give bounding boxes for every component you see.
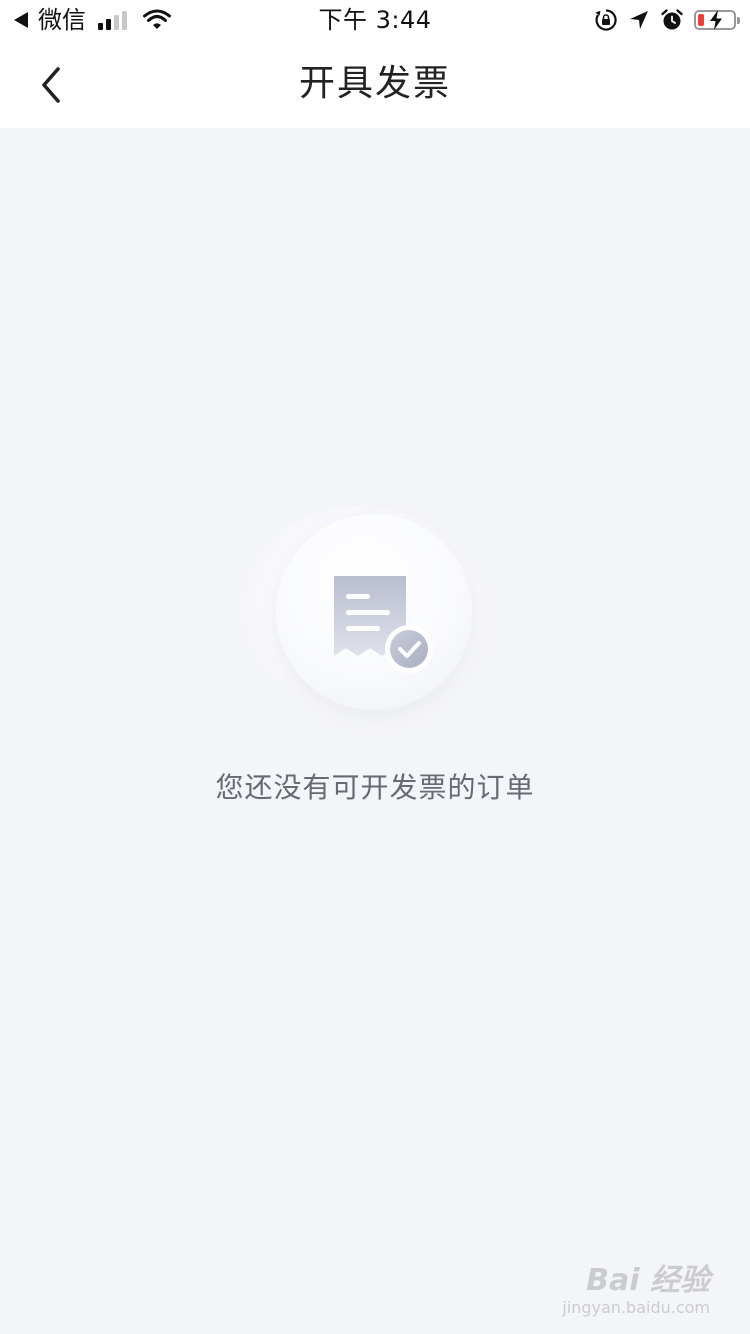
invoice-screen: 微信 下午 3:44 开具发票 您还没有可开发票的订单 Bai 经验 jingy… <box>0 0 750 1334</box>
watermark-logo: Bai 经验 <box>586 1263 710 1298</box>
nav-bar: 开具发票 <box>0 40 750 128</box>
baidu-jingyan-watermark: Bai 经验 jingyan.baidu.com <box>562 1264 710 1318</box>
location-arrow-icon <box>630 11 648 29</box>
battery-charging-icon <box>694 10 740 30</box>
page-title: 开具发票 <box>298 63 451 104</box>
status-right <box>594 5 740 35</box>
empty-state-message: 您还没有可开发票的订单 <box>215 771 535 804</box>
receipt-check-icon <box>334 576 433 673</box>
watermark-url: jingyan.baidu.com <box>562 1298 710 1317</box>
rotation-lock-icon <box>595 9 617 31</box>
charging-bolt-icon <box>710 10 722 30</box>
status-bar: 微信 下午 3:44 <box>0 0 750 40</box>
battery-level <box>698 14 704 26</box>
alarm-icon <box>661 9 683 30</box>
